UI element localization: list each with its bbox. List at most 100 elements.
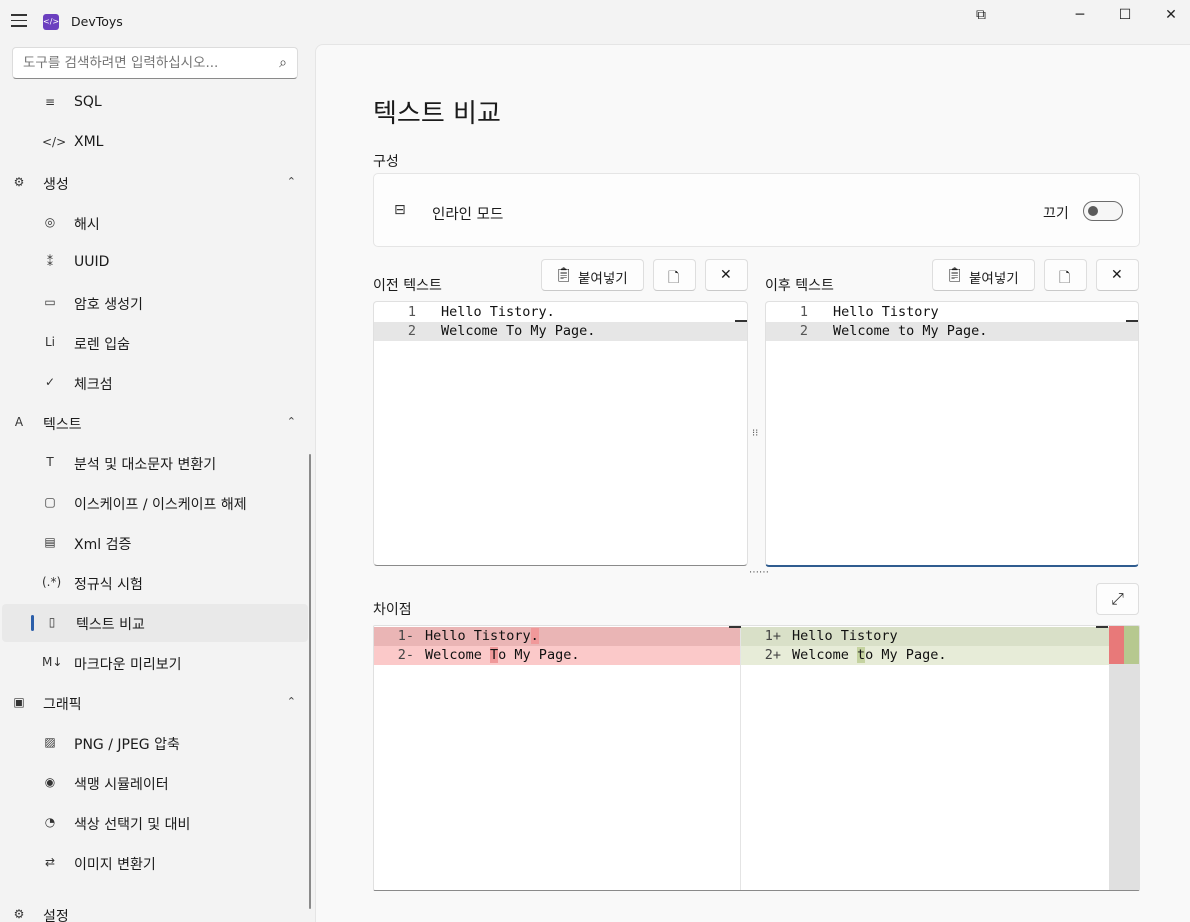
expand-icon: ⤢	[1111, 589, 1124, 608]
generators-icon: ⚙	[13, 175, 25, 189]
expand-diff-button[interactable]: ⤢	[1096, 583, 1139, 615]
maximize-button[interactable]: ☐	[1102, 4, 1148, 26]
xml-validate-icon: ▤	[44, 535, 56, 549]
line-text: Welcome To My Page.	[441, 323, 596, 339]
diff-deleted-line[interactable]: 1- Hello Tistory.	[374, 627, 740, 646]
title-bar: </> DevToys ⧉ ─ ☐ ✕	[0, 0, 1190, 44]
toggle-state-label: 끄기	[1043, 206, 1069, 222]
password-icon: ▭	[44, 295, 56, 309]
sidebar-item-hash[interactable]: ◎ 해시	[0, 204, 310, 242]
sidebar-item-password[interactable]: ▭ 암호 생성기	[0, 284, 310, 322]
editor-line[interactable]: 2 Welcome To My Page.	[374, 322, 747, 341]
sidebar-item-label: 이미지 변환기	[74, 857, 156, 873]
overview-deleted-marker	[1109, 626, 1124, 664]
chevron-up-icon[interactable]: ⌃	[287, 415, 296, 428]
diff-right-minimap-slider[interactable]	[1096, 626, 1108, 628]
sidebar-item-label: SQL	[74, 94, 102, 110]
new-text-editor[interactable]: 1 Hello Tistory 2 Welcome to My Page.	[765, 301, 1139, 567]
sidebar-item-analyze[interactable]: T 분석 및 대소문자 변환기	[0, 444, 310, 482]
hamburger-menu-icon[interactable]	[11, 14, 27, 28]
sidebar-item-sql[interactable]: ≡ SQL	[0, 84, 310, 122]
chevron-up-icon[interactable]: ⌃	[287, 175, 296, 188]
markdown-icon: M↓	[42, 655, 63, 669]
vertical-splitter-grip-icon[interactable]: ⁝⁝	[752, 428, 758, 439]
sidebar-item-label: 정규식 시험	[74, 577, 143, 593]
sidebar-scrollbar[interactable]	[309, 454, 311, 909]
chevron-up-icon[interactable]: ⌃	[287, 695, 296, 708]
sidebar-item-graphics[interactable]: ▣ 그래픽 ⌃	[0, 684, 310, 722]
sidebar-item-generators[interactable]: ⚙ 생성 ⌃	[0, 164, 310, 202]
sidebar-item-settings[interactable]: ⚙ 설정	[0, 896, 310, 922]
analyze-icon: T	[46, 455, 54, 469]
diff-viewer[interactable]: 1- Hello Tistory. 2- Welcome To My Page. 1+…	[373, 625, 1140, 891]
inline-mode-setting: ⊟ 인라인 모드 끄기	[373, 173, 1140, 247]
search-icon[interactable]: ⌕	[279, 55, 287, 71]
sidebar-item-label: 체크섬	[74, 377, 113, 393]
new-text-label: 이후 텍스트	[765, 278, 834, 294]
sidebar-item-colorblind[interactable]: ◉ 색맹 시뮬레이터	[0, 764, 310, 802]
old-open-file-button[interactable]: 🗋︎	[653, 259, 696, 291]
old-paste-button[interactable]: 📋︎ 붙여넣기	[541, 259, 644, 291]
inline-mode-toggle[interactable]	[1083, 201, 1123, 221]
devtoys-logo-icon: </>	[43, 14, 59, 30]
sidebar-item-regex[interactable]: (.*) 정규식 시험	[0, 564, 310, 602]
sidebar-item-png-jpeg[interactable]: ▨ PNG / JPEG 압축	[0, 724, 310, 762]
diff-overview-ruler[interactable]	[1109, 626, 1139, 890]
lorem-icon: Li	[44, 335, 56, 349]
sidebar-item-text[interactable]: A 텍스트 ⌃	[0, 404, 310, 442]
sidebar-item-color-picker[interactable]: ◔ 색상 선택기 및 대비	[0, 804, 310, 842]
line-text: Welcome to My Page.	[833, 323, 988, 339]
sidebar-item-uuid[interactable]: ⁑ UUID	[0, 244, 310, 282]
sidebar-item-label: 해시	[74, 217, 100, 233]
diff-added-line[interactable]: 1+ Hello Tistory	[741, 627, 1109, 646]
editor-line[interactable]: 1 Hello Tistory	[766, 303, 1138, 322]
new-clear-button[interactable]: ✕	[1096, 259, 1139, 291]
sidebar-item-label: PNG / JPEG 압축	[74, 737, 180, 753]
search-input[interactable]	[23, 55, 253, 71]
line-number: 2	[407, 323, 416, 339]
line-text: Hello Tistory.	[441, 304, 555, 320]
sidebar-item-text-diff[interactable]: ▯ 텍스트 비교	[2, 604, 308, 642]
search-box[interactable]: ⌕	[12, 47, 298, 79]
horizontal-splitter-grip-icon[interactable]: ⋯⋯	[749, 567, 769, 578]
diff-line-number: 1-	[397, 628, 414, 644]
new-paste-button[interactable]: 📋︎ 붙여넣기	[932, 259, 1035, 291]
escape-icon: ▢	[44, 495, 56, 509]
sidebar-item-label: 설정	[43, 909, 69, 922]
minimap-slider[interactable]	[735, 320, 747, 322]
sidebar-item-xml-validate[interactable]: ▤ Xml 검증	[0, 524, 310, 562]
sidebar-item-markdown[interactable]: M↓ 마크다운 미리보기	[0, 644, 310, 682]
diff-deleted-line[interactable]: 2- Welcome To My Page.	[374, 646, 740, 665]
diff-divider	[740, 626, 741, 890]
sidebar-item-label: 그래픽	[43, 697, 82, 713]
diff-left-minimap-slider[interactable]	[729, 626, 741, 628]
gear-icon: ⚙	[13, 907, 25, 921]
paste-label: 붙여넣기	[578, 271, 628, 287]
minimize-button[interactable]: ─	[1057, 4, 1103, 26]
sidebar-item-image-convert[interactable]: ⇄ 이미지 변환기	[0, 844, 310, 882]
file-icon: 🗋︎	[668, 270, 680, 286]
sidebar-item-checksum[interactable]: ✓ 체크섬	[0, 364, 310, 402]
compact-overlay-icon[interactable]: ⧉	[958, 4, 1004, 26]
text-diff-icon: ▯	[48, 615, 56, 629]
editor-line[interactable]: 1 Hello Tistory.	[374, 303, 747, 322]
new-open-file-button[interactable]: 🗋︎	[1044, 259, 1087, 291]
close-window-button[interactable]: ✕	[1148, 4, 1190, 26]
config-section-label: 구성	[373, 154, 399, 170]
png-jpeg-icon: ▨	[44, 735, 56, 749]
checksum-icon: ✓	[44, 375, 56, 389]
sidebar-item-label: 로렌 입숨	[74, 337, 130, 353]
sidebar-item-lorem[interactable]: Li 로렌 입숨	[0, 324, 310, 362]
sidebar-item-label: 텍스트	[43, 417, 82, 433]
diff-added-line[interactable]: 2+ Welcome to My Page.	[741, 646, 1109, 665]
line-number: 1	[799, 304, 808, 320]
line-text: Hello Tistory	[833, 304, 939, 320]
sidebar-item-escape[interactable]: ▢ 이스케이프 / 이스케이프 해제	[0, 484, 310, 522]
regex-icon: (.*)	[42, 575, 62, 589]
diff-line-text: Hello Tistory	[792, 628, 898, 644]
minimap-slider[interactable]	[1126, 320, 1138, 322]
sidebar-item-xml[interactable]: </> XML	[0, 124, 310, 162]
editor-line[interactable]: 2 Welcome to My Page.	[766, 322, 1138, 341]
old-text-editor[interactable]: 1 Hello Tistory. 2 Welcome To My Page.	[373, 301, 748, 566]
old-clear-button[interactable]: ✕	[705, 259, 748, 291]
